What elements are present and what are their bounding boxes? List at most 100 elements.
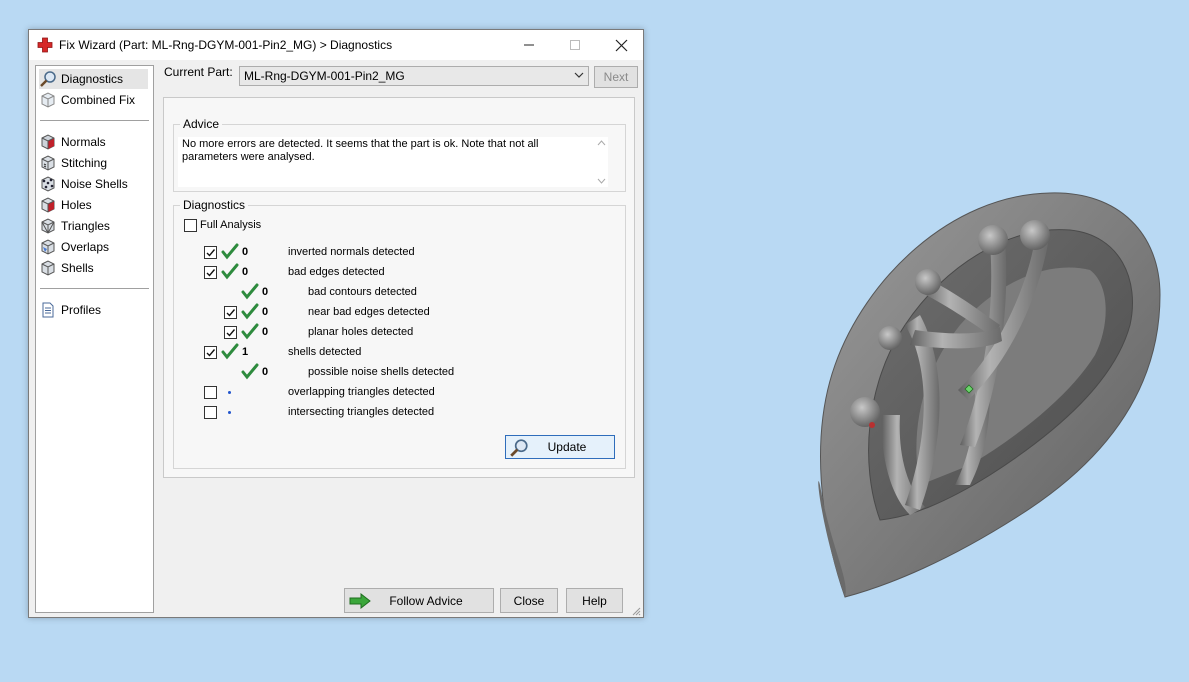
- issue-count: 0: [242, 266, 249, 278]
- diagnostic-checkbox[interactable]: [204, 386, 217, 399]
- nav-item-profiles[interactable]: Profiles: [39, 300, 101, 320]
- nav-label: Holes: [61, 198, 92, 212]
- issue-count: 0: [262, 286, 269, 298]
- nav-label: Shells: [61, 261, 94, 275]
- full-analysis-checkbox[interactable]: [184, 219, 197, 232]
- issue-count: 0: [262, 366, 269, 378]
- ok-check-icon: [241, 323, 259, 340]
- overlaps-cube-icon: [41, 239, 55, 255]
- minimize-icon: [524, 44, 534, 46]
- normals-cube-icon: [41, 134, 55, 150]
- diagnostics-title: Diagnostics: [180, 198, 249, 212]
- magnifier-icon: [510, 439, 528, 457]
- nav-label: Diagnostics: [61, 72, 124, 86]
- checkmark-icon: [206, 269, 216, 277]
- triangles-cube-icon: [41, 218, 55, 234]
- nav-label: Overlaps: [61, 240, 110, 254]
- advice-title: Advice: [180, 117, 223, 131]
- chevron-down-icon: [574, 72, 584, 78]
- close-window-button[interactable]: [598, 30, 644, 60]
- fix-wizard-window: Fix Wizard (Part: ML-Rng-DGYM-001-Pin2_M…: [28, 29, 644, 618]
- close-label: Close: [513, 593, 545, 608]
- scroll-down-icon[interactable]: [597, 177, 606, 185]
- close-button[interactable]: Close: [500, 588, 558, 613]
- maximize-button[interactable]: [552, 30, 598, 60]
- help-button[interactable]: Help: [566, 588, 623, 613]
- issue-count: 1: [242, 346, 249, 358]
- nav-item-triangles[interactable]: Triangles: [39, 216, 110, 236]
- current-part-select[interactable]: ML-Rng-DGYM-001-Pin2_MG: [239, 66, 589, 86]
- nav-label: Noise Shells: [61, 177, 128, 191]
- ok-check-icon: [221, 243, 239, 260]
- checkmark-icon: [206, 249, 216, 257]
- update-label: Update: [547, 440, 587, 454]
- diagnostic-label: overlapping triangles detected: [288, 386, 435, 398]
- window-title: Fix Wizard (Part: ML-Rng-DGYM-001-Pin2_M…: [59, 38, 393, 52]
- resize-grip-icon[interactable]: [631, 606, 641, 616]
- nav-item-holes[interactable]: Holes: [39, 195, 92, 215]
- checkmark-icon: [226, 309, 236, 317]
- checkmark-icon: [206, 349, 216, 357]
- ok-check-icon: [221, 263, 239, 280]
- nav-item-noise-shells[interactable]: Noise Shells: [39, 174, 128, 194]
- follow-advice-label: Follow Advice: [389, 593, 463, 608]
- arrow-right-icon: [349, 593, 371, 609]
- issue-count: 0: [242, 246, 249, 258]
- update-button[interactable]: Update: [505, 435, 615, 459]
- title-bar[interactable]: Fix Wizard (Part: ML-Rng-DGYM-001-Pin2_M…: [29, 30, 643, 60]
- nav-item-diagnostics[interactable]: Diagnostics: [39, 69, 148, 89]
- nav-label: Normals: [61, 135, 106, 149]
- ok-check-icon: [241, 303, 259, 320]
- magnifier-icon: [40, 71, 56, 87]
- ok-check-icon: [241, 283, 259, 300]
- next-button[interactable]: Next: [594, 66, 638, 88]
- nav-divider: [40, 120, 149, 121]
- next-label: Next: [603, 70, 629, 84]
- noise-shells-icon: [41, 176, 55, 192]
- diagnostic-checkbox[interactable]: [204, 346, 217, 359]
- diagnostic-checkbox[interactable]: [204, 246, 217, 259]
- document-icon: [42, 302, 54, 318]
- minimize-button[interactable]: [506, 30, 552, 60]
- diagnostic-label: shells detected: [288, 346, 362, 358]
- cube-icon: [41, 92, 55, 108]
- part-3d-model[interactable]: [810, 185, 1165, 605]
- shells-cube-icon: [41, 260, 55, 276]
- not-analysed-dot-icon: [228, 391, 231, 394]
- nav-item-combined-fix[interactable]: Combined Fix: [39, 90, 135, 110]
- nav-item-shells[interactable]: Shells: [39, 258, 94, 278]
- app-cross-icon: [37, 37, 53, 53]
- advice-textbox[interactable]: No more errors are detected. It seems th…: [178, 137, 608, 187]
- diagnostic-checkbox[interactable]: [224, 326, 237, 339]
- diagnostic-checkbox[interactable]: [224, 306, 237, 319]
- stitching-cube-icon: [41, 155, 55, 171]
- full-analysis-label: Full Analysis: [200, 219, 262, 231]
- diagnostic-label: bad contours detected: [308, 286, 417, 298]
- not-analysed-dot-icon: [228, 411, 231, 414]
- scroll-up-icon[interactable]: [597, 139, 606, 147]
- advice-text: No more errors are detected. It seems th…: [182, 138, 539, 163]
- diagnostic-label: possible noise shells detected: [308, 366, 455, 378]
- ok-check-icon: [241, 363, 259, 380]
- holes-cube-icon: [41, 197, 55, 213]
- diagnostic-label: planar holes detected: [308, 326, 414, 338]
- nav-item-normals[interactable]: Normals: [39, 132, 106, 152]
- diagnostic-label: inverted normals detected: [288, 246, 415, 258]
- nav-item-overlaps[interactable]: Overlaps: [39, 237, 109, 257]
- diagnostic-checkbox[interactable]: [204, 266, 217, 279]
- diagnostics-panel: Advice No more errors are detected. It s…: [163, 97, 635, 478]
- diagnostic-label: intersecting triangles detected: [288, 406, 435, 418]
- nav-item-stitching[interactable]: Stitching: [39, 153, 107, 173]
- issue-count: 0: [262, 326, 269, 338]
- current-part-label: Current Part:: [164, 65, 233, 79]
- nav-divider: [40, 288, 149, 289]
- nav-label: Profiles: [61, 303, 102, 317]
- follow-advice-button[interactable]: Follow Advice: [344, 588, 494, 613]
- wizard-nav: Diagnostics Combined Fix Normals Stitchi…: [35, 65, 154, 613]
- nav-label: Triangles: [61, 219, 110, 233]
- nav-label: Stitching: [61, 156, 108, 170]
- maximize-icon: [570, 40, 580, 50]
- diagnostic-checkbox[interactable]: [204, 406, 217, 419]
- diagnostic-label: bad edges detected: [288, 266, 385, 278]
- checkmark-icon: [226, 329, 236, 337]
